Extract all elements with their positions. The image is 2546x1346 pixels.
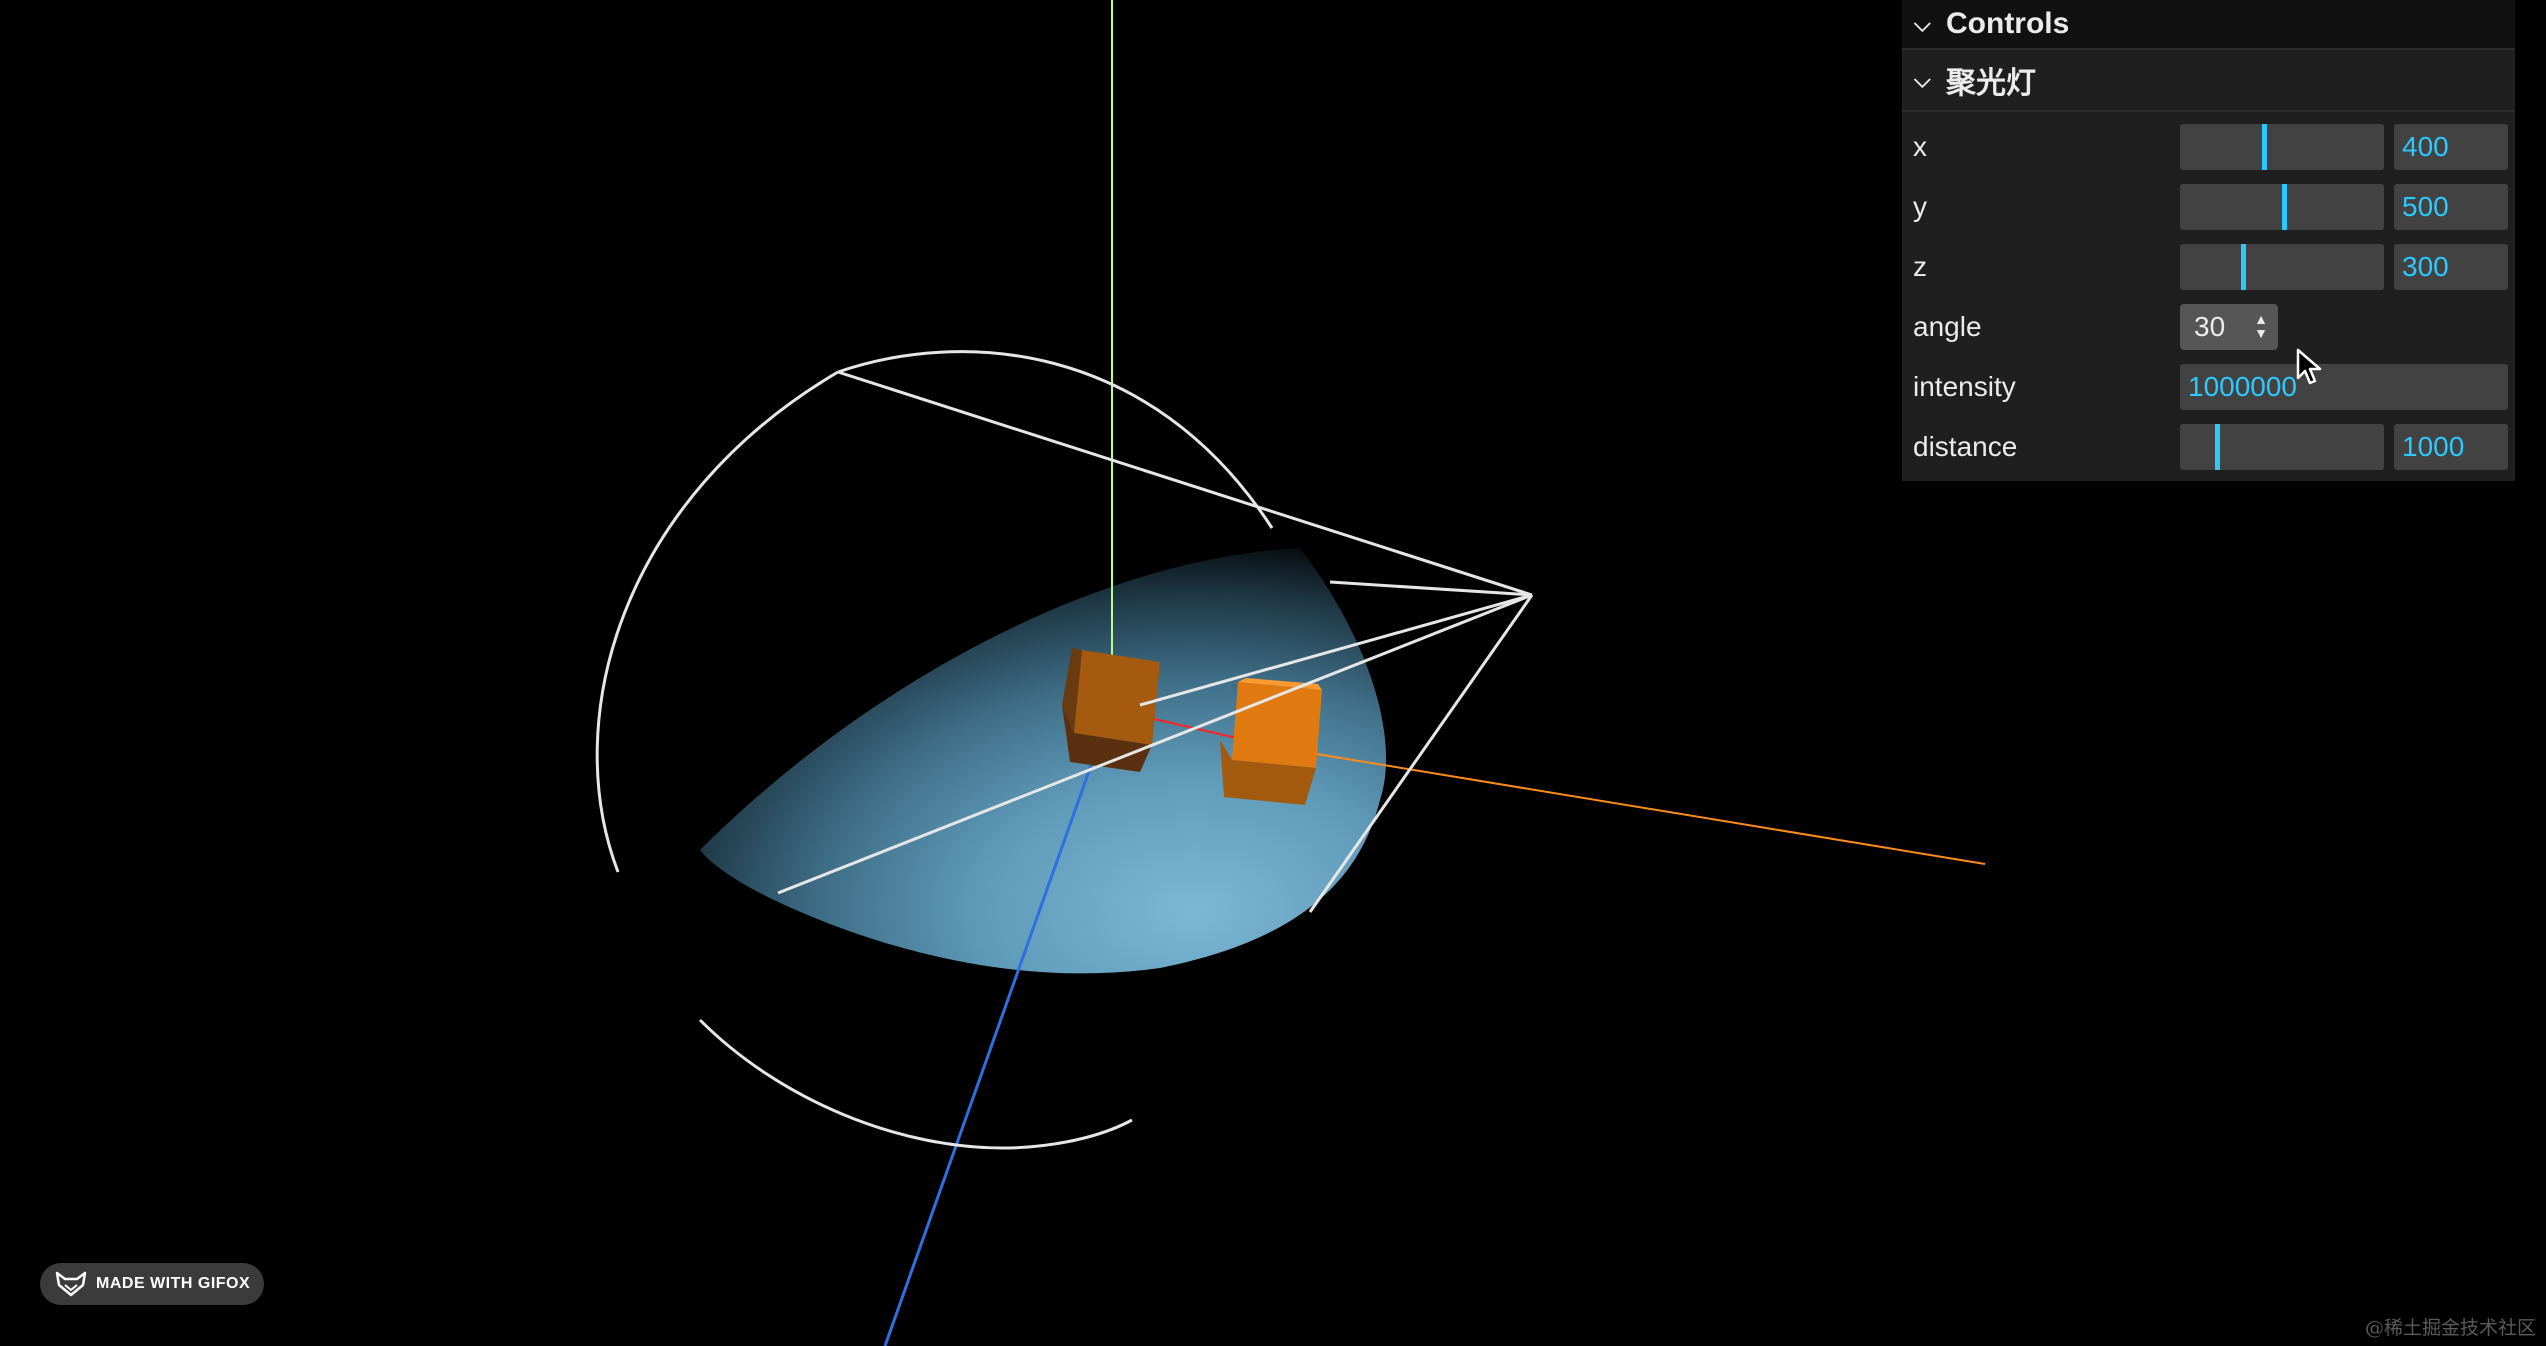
controls-panel: ⌵ Controls ⌵ 聚光灯 x 400 y 500 z 300 angle… (1902, 0, 2515, 481)
param-row-intensity: intensity 1000000 (1902, 357, 2515, 417)
param-row-y: y 500 (1902, 177, 2515, 237)
param-label-y: y (1913, 191, 1927, 222)
slider-distance[interactable] (2180, 424, 2384, 470)
input-distance[interactable]: 1000 (2394, 424, 2508, 470)
fox-logo-icon (55, 1271, 87, 1297)
slider-y-thumb[interactable] (2282, 184, 2287, 230)
folder-title-bar[interactable]: ⌵ 聚光灯 (1902, 50, 2515, 112)
angle-select-value: 30 (2194, 311, 2226, 342)
param-label-angle: angle (1913, 311, 1982, 342)
slider-distance-thumb[interactable] (2215, 424, 2220, 470)
chevron-down-icon: ⌵ (1914, 11, 1931, 36)
controls-title: Controls (1946, 7, 2070, 40)
slider-z[interactable] (2180, 244, 2384, 290)
param-row-angle: angle 30 ▲ ▼ (1902, 297, 2515, 357)
slider-x[interactable] (2180, 124, 2384, 170)
watermark-text: @稀土掘金技术社区 (2364, 1317, 2536, 1339)
gifox-badge-text: MADE WITH GIFOX (96, 1275, 251, 1292)
param-row-x: x 400 (1902, 117, 2515, 177)
input-z[interactable]: 300 (2394, 244, 2508, 290)
controls-title-bar[interactable]: ⌵ Controls (1902, 0, 2515, 50)
slider-z-thumb[interactable] (2241, 244, 2246, 290)
folder-title: 聚光灯 (1946, 67, 2036, 100)
input-x[interactable]: 400 (2394, 124, 2508, 170)
mouse-pointer-icon (2296, 348, 2322, 385)
slider-x-thumb[interactable] (2262, 124, 2267, 170)
param-label-intensity: intensity (1913, 371, 2016, 402)
intensity-input[interactable]: 1000000 (2180, 364, 2508, 410)
cube-left (1062, 648, 1160, 772)
input-y[interactable]: 500 (2394, 184, 2508, 230)
slider-y[interactable] (2180, 184, 2384, 230)
angle-select[interactable]: 30 ▲ ▼ (2180, 304, 2278, 350)
gifox-badge: MADE WITH GIFOX (40, 1263, 264, 1305)
param-row-distance: distance 1000 (1902, 417, 2515, 477)
param-row-z: z 300 (1902, 237, 2515, 297)
param-label-distance: distance (1913, 431, 2018, 462)
param-label-x: x (1913, 131, 1927, 162)
chevron-down-icon: ⌵ (1914, 67, 1931, 92)
up-down-arrows-icon: ▲ ▼ (2254, 311, 2268, 341)
param-label-z: z (1913, 251, 1927, 282)
